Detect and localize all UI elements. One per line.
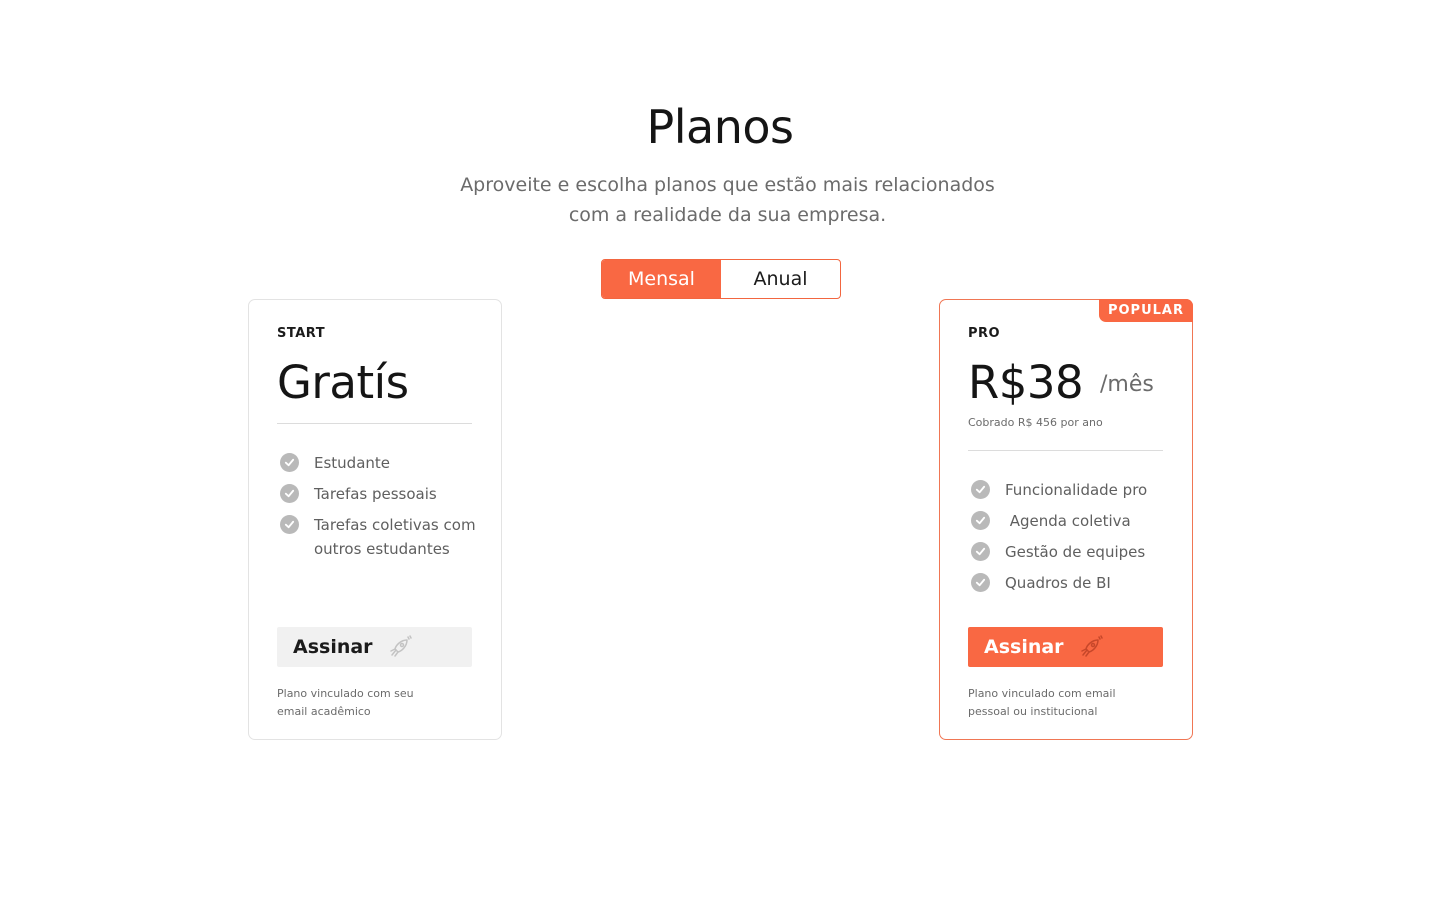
check-circle-icon [971,542,990,561]
page-subtitle: Aproveite e escolha planos que estão mai… [460,174,995,226]
plan-note: Plano vinculado com seu email acadêmico [277,687,414,718]
popular-badge: POPULAR [1098,299,1193,322]
billing-option-anual[interactable]: Anual [721,260,840,298]
feature-label: Agenda coletiva [1005,512,1131,530]
feature-item: Tarefas coletivas com outros estudantes [277,513,487,561]
plan-price: R$38 [968,356,1084,409]
billed-note: Cobrado R$ 456 por ano [968,416,1103,429]
check-circle-icon [971,480,990,499]
rocket-icon [1078,634,1104,660]
subscribe-button-label: Assinar [293,636,373,658]
feature-label: Funcionalidade pro [1005,481,1148,499]
plan-period: /mês [1100,372,1154,397]
plan-card-pro: POPULAR PRO R$38 /mês Cobrado R$ 456 por… [939,299,1193,740]
feature-list: Estudante Tarefas pessoais Tarefas colet… [277,451,487,568]
plan-card-start: START Gratís Estudante Tarefas pessoais … [248,299,502,740]
plan-price: Gratís [277,356,409,409]
divider [277,423,472,424]
check-circle-icon [971,573,990,592]
feature-list: Funcionalidade pro Agenda coletiva Gestã… [968,478,1178,602]
subscribe-button-start[interactable]: Assinar [277,627,472,667]
feature-label: Gestão de equipes [1005,543,1146,561]
rocket-icon [387,634,413,660]
feature-label: Tarefas pessoais [314,485,437,503]
check-circle-icon [280,484,299,503]
feature-label: Estudante [314,454,391,472]
subscribe-button-pro[interactable]: Assinar [968,627,1163,667]
page-title: Planos [646,100,794,154]
plan-name: PRO [968,326,1001,341]
feature-item: Tarefas pessoais [277,482,487,506]
check-circle-icon [280,453,299,472]
subscribe-button-label: Assinar [984,636,1064,658]
divider [968,450,1163,451]
feature-item: Agenda coletiva [968,509,1178,533]
check-circle-icon [280,515,299,534]
plan-note: Plano vinculado com email pessoal ou ins… [968,687,1116,718]
feature-item: Quadros de BI [968,571,1178,595]
feature-item: Estudante [277,451,487,475]
check-circle-icon [971,511,990,530]
billing-option-mensal[interactable]: Mensal [602,260,721,298]
feature-label: Quadros de BI [1005,574,1111,592]
feature-label: Tarefas coletivas com outros estudantes [314,516,476,558]
billing-toggle: Mensal Anual [601,259,841,299]
feature-item: Gestão de equipes [968,540,1178,564]
plan-name: START [277,326,326,341]
feature-item: Funcionalidade pro [968,478,1178,502]
